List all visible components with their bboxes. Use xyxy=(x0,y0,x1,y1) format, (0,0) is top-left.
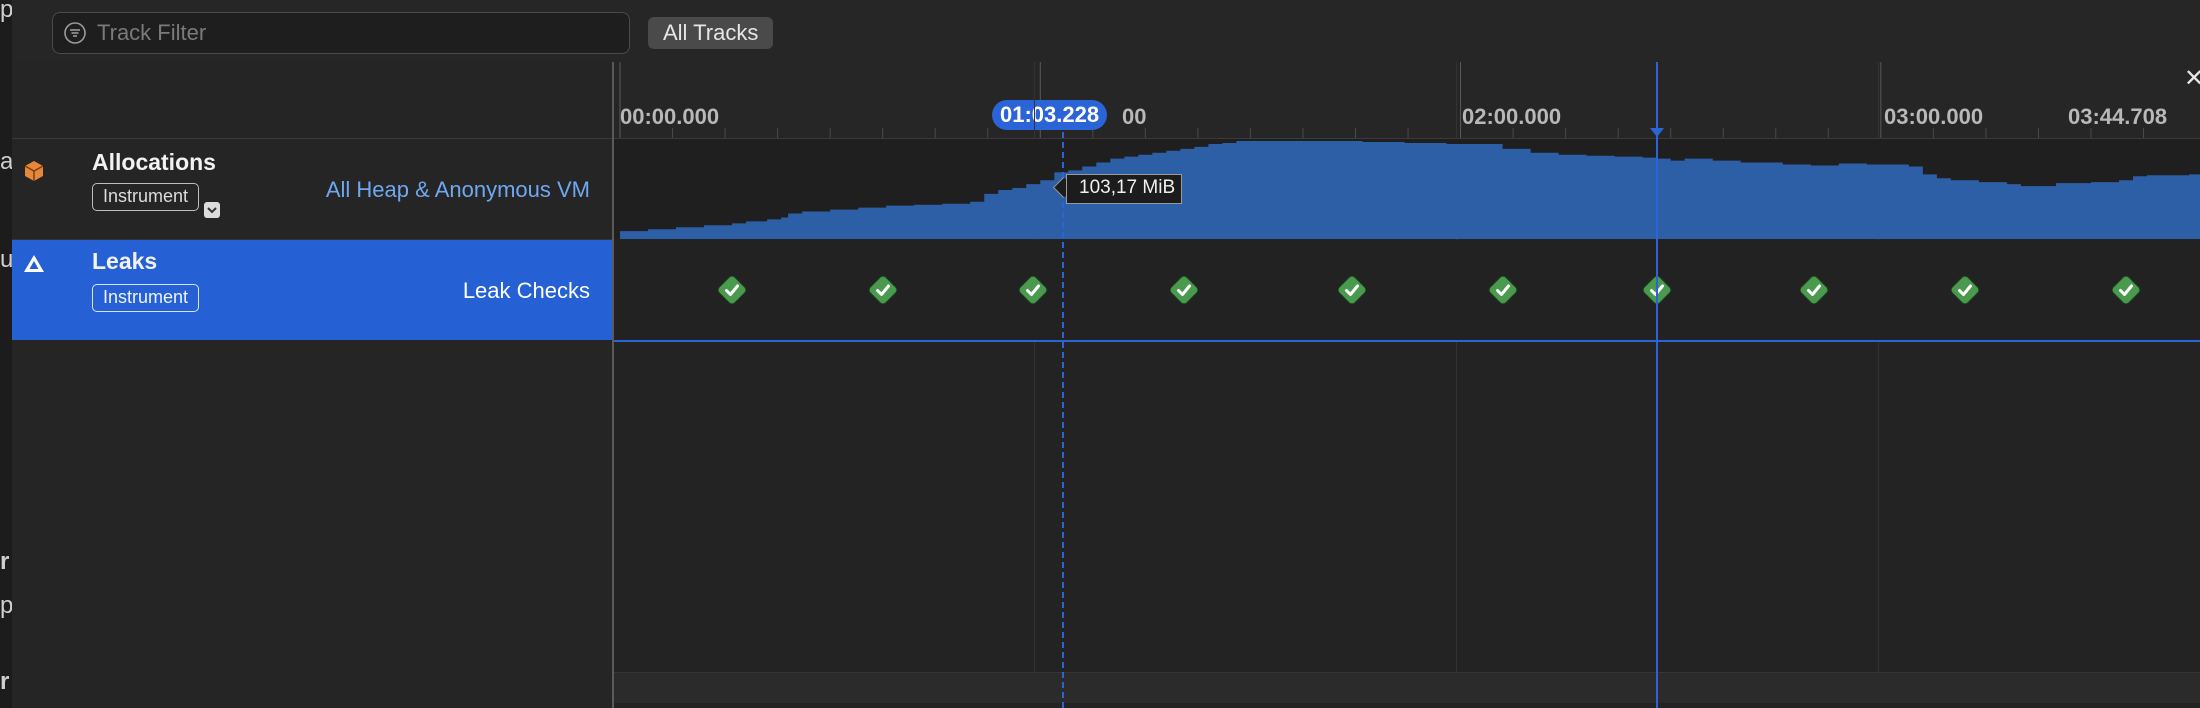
instrument-badge: Instrument xyxy=(92,284,200,312)
leak-check-passed-icon[interactable] xyxy=(2110,274,2142,306)
track-row-leaks[interactable]: Leaks Instrument Leak Checks xyxy=(12,240,612,340)
playhead-line[interactable] xyxy=(1061,122,1064,708)
track-list: Allocations Instrument All Heap & Anonym… xyxy=(12,62,614,708)
leak-check-passed-icon[interactable] xyxy=(1017,274,1049,306)
leak-check-passed-icon[interactable] xyxy=(716,274,748,306)
filter-icon xyxy=(64,22,86,44)
timeline-area[interactable]: 00:00.000 00 02:00.000 03:00.000 03:44.7… xyxy=(614,62,2200,708)
instrument-badge: Instrument xyxy=(92,183,200,211)
time-ruler[interactable]: 00:00.000 00 02:00.000 03:00.000 03:44.7… xyxy=(614,62,2200,139)
track-name: Leaks xyxy=(92,248,158,274)
leak-check-passed-icon[interactable] xyxy=(867,274,899,306)
value-tooltip: 103,17 MiB xyxy=(1066,174,1183,204)
sliver-char: r xyxy=(0,548,10,575)
leaks-lane[interactable] xyxy=(614,240,2200,342)
leak-check-passed-icon[interactable] xyxy=(1949,274,1981,306)
allocations-cube-icon xyxy=(24,161,44,181)
allocations-lane[interactable] xyxy=(614,139,2200,239)
leak-check-passed-icon[interactable] xyxy=(1487,274,1519,306)
tick-label: 02:00.000 xyxy=(1462,104,1562,129)
all-tracks-button[interactable]: All Tracks xyxy=(648,17,774,49)
sliver-char: r xyxy=(0,668,10,695)
track-detail-link[interactable]: All Heap & Anonymous VM xyxy=(326,177,590,203)
track-detail-label: Leak Checks xyxy=(462,278,590,303)
chevron-down-icon[interactable] xyxy=(204,202,220,218)
track-filter-field[interactable] xyxy=(52,12,630,54)
tick-label: 03:44.708 xyxy=(2068,104,2168,129)
track-name: Allocations xyxy=(92,149,216,175)
leak-check-passed-icon[interactable] xyxy=(1798,274,1830,306)
empty-lane-area xyxy=(614,342,2200,672)
tick-label: 00:00.000 xyxy=(620,104,720,129)
close-icon[interactable]: ✕ xyxy=(2184,64,2200,93)
track-row-allocations[interactable]: Allocations Instrument All Heap & Anonym… xyxy=(12,139,612,240)
inspection-cursor-line[interactable] xyxy=(1655,62,1658,708)
cursor-marker-icon[interactable] xyxy=(1649,128,1664,138)
horizontal-scrollbar[interactable] xyxy=(614,672,2200,703)
track-filter-input[interactable] xyxy=(97,19,617,47)
leaks-warning-icon xyxy=(24,255,44,272)
tick-label: 03:00.000 xyxy=(1884,104,1984,129)
playhead-time-label[interactable]: 01:03.228 xyxy=(992,100,1108,130)
track-toolbar: All Tracks xyxy=(12,0,2200,63)
leak-check-passed-icon[interactable] xyxy=(1168,274,1200,306)
leak-check-passed-icon[interactable] xyxy=(1336,274,1368,306)
tick-label: 00 xyxy=(1122,104,1147,129)
allocations-graph xyxy=(620,141,2200,239)
ruler-spacer xyxy=(12,62,612,139)
